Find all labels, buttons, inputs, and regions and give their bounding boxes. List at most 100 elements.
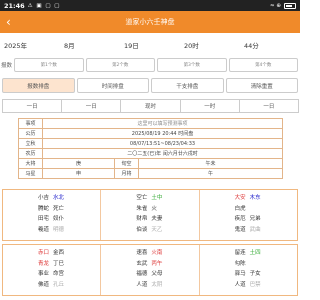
- mode-button-row: 报数排盘 时间排盘 干支排盘 清除重置: [2, 78, 298, 93]
- palace-cell: 小吉: [38, 195, 50, 201]
- palace-cell: 兄弟: [249, 216, 261, 222]
- palace-cell: 白虎: [234, 205, 246, 212]
- ganzhi-chart-button[interactable]: 干支排盘: [151, 78, 224, 93]
- info-table: 事项 这里可以填写预测事项 公历 2025/08/19 20:44 时间盘 立秋…: [18, 118, 283, 179]
- number-input-4[interactable]: 第4个数: [228, 58, 298, 72]
- palace-cell: 田宅: [38, 216, 50, 222]
- palace-cell: 天乙: [151, 226, 163, 233]
- palace-cell: 事业: [38, 271, 50, 277]
- palace-chikou: 赤口 金西 青龙 丁巳 事业 命宫 佛道 孔丘: [3, 245, 102, 295]
- palace-cell: 腾蛇: [38, 205, 50, 212]
- palace-cell: 丙午: [151, 260, 163, 267]
- palace-cell: 驿马: [234, 271, 246, 277]
- palace-cell: 子女: [249, 271, 261, 277]
- palace-cell: 羲道: [38, 226, 50, 233]
- palace-daan: 大安 木东 白虎 疾厄 兄弟 鬼道 武曲: [200, 190, 297, 240]
- palace-cell: 佛道: [38, 281, 50, 288]
- month-general-value: 午: [138, 168, 283, 179]
- reset-button[interactable]: 清除重置: [225, 78, 298, 93]
- number-input-row: 报数 第1个数 第2个数 第3个数 第4个数: [0, 56, 300, 74]
- page-title: 道家小六壬神盘: [125, 18, 175, 26]
- palace-cell: 太阴: [151, 281, 163, 288]
- palace-cell: 丁巳: [53, 260, 65, 267]
- minus-day-button-3[interactable]: 一日: [238, 99, 300, 113]
- palace-cell: 金西: [53, 250, 65, 256]
- now-button[interactable]: 现时: [120, 99, 181, 113]
- palace-kongwang: 空亡 土中 朱雀火 财帛 夫妻 伯谈 天乙: [101, 190, 200, 240]
- solar-term-label: 立秋: [18, 138, 43, 149]
- general-value: 庚: [42, 158, 115, 169]
- palace-cell: 奴仆: [53, 216, 65, 222]
- time-chart-button[interactable]: 时间排盘: [76, 78, 149, 93]
- palace-cell: 水北: [53, 195, 65, 201]
- solar-term-value: 08/07/13:51~08/23/04:33: [42, 138, 283, 149]
- palace-cell: 勾陈: [234, 260, 246, 267]
- minute-selector[interactable]: 44分: [240, 40, 300, 50]
- year-selector[interactable]: 2025年: [0, 40, 60, 50]
- number-chart-button[interactable]: 报数排盘: [2, 78, 75, 93]
- title-bar: ‹ 道家小六壬神盘: [0, 11, 300, 33]
- palace-grid-top: 小吉 水北 腾蛇 死亡 田宅 奴仆 羲道 明德 空亡 土中 朱雀火 财帛 夫妻 伯谈 天乙 大…: [2, 189, 298, 241]
- month-general-label: 月将: [114, 168, 139, 179]
- palace-suxi: 速喜 火南 玄武 丙午 福德 父母 人道 太阴: [101, 245, 200, 295]
- day-selector[interactable]: 19日: [120, 40, 180, 50]
- palace-cell: 鬼道: [234, 226, 246, 233]
- palace-cell: 大安: [234, 195, 246, 201]
- status-bar: 21:46 ⚠ ▣ ▢ ▢ ≈ ⊕: [0, 0, 300, 11]
- month-selector[interactable]: 8月: [60, 40, 120, 50]
- palace-cell: 人道: [234, 281, 246, 288]
- status-time: 21:46: [4, 1, 25, 10]
- back-arrow-icon[interactable]: ‹: [6, 14, 11, 30]
- palace-cell: 父母: [151, 271, 163, 277]
- battery-icon: [284, 2, 296, 9]
- general-label: 大将: [18, 158, 43, 169]
- event-label: 事项: [18, 118, 43, 129]
- gregorian-label: 公历: [18, 128, 43, 139]
- date-selector-row: 2025年 8月 19日 20时 44分: [0, 38, 300, 52]
- palace-cell: 武曲: [249, 226, 261, 233]
- palace-cell: 土四: [249, 250, 261, 256]
- palace-cell: 火: [151, 205, 157, 212]
- palace-cell: 速喜: [136, 250, 148, 256]
- lunar-label: 农历: [18, 148, 43, 159]
- palace-cell: 财帛: [136, 216, 148, 222]
- palace-cell: 朱雀: [136, 205, 148, 212]
- palace-cell: 福德: [136, 271, 148, 277]
- palace-cell: 伯谈: [136, 226, 148, 233]
- hour-selector[interactable]: 20时: [180, 40, 240, 50]
- number-input-2[interactable]: 第2个数: [85, 58, 155, 72]
- void-label: 旬空: [114, 158, 139, 169]
- lunar-value: 二〇二五(已)年 闰六月廿六戌时: [42, 148, 283, 159]
- minus-hour-button[interactable]: 一时: [179, 99, 240, 113]
- palace-cell: 夫妻: [151, 216, 163, 222]
- minus-day-button[interactable]: 一日: [2, 99, 63, 113]
- palace-cell: 人道: [136, 281, 148, 288]
- notification-icons: ⚠ ▣ ▢ ▢: [27, 2, 61, 9]
- event-input[interactable]: 这里可以填写预测事项: [42, 118, 283, 129]
- void-value: 午未: [138, 158, 283, 169]
- palace-cell: 赤口: [38, 250, 50, 256]
- horse-star-label: 马星: [18, 168, 43, 179]
- palace-cell: 明德: [53, 226, 65, 233]
- number-input-3[interactable]: 第3个数: [157, 58, 227, 72]
- palace-cell: 疾厄: [234, 216, 246, 222]
- time-shift-row: 一日 一日 现时 一时 一日: [2, 99, 300, 113]
- palace-cell: 木东: [249, 195, 261, 201]
- palace-cell: 死亡: [53, 205, 65, 212]
- minus-day-button-2[interactable]: 一日: [61, 99, 122, 113]
- palace-cell: 孔丘: [53, 281, 65, 288]
- palace-liulian: 留连 土四 勾陈 驿马 子女 人道 巴禁: [200, 245, 297, 295]
- palace-cell: 土中: [151, 195, 163, 201]
- palace-cell: 命宫: [53, 271, 65, 277]
- palace-cell: 青龙: [38, 260, 50, 267]
- palace-cell: 玄武: [136, 260, 148, 267]
- palace-cell: 火南: [151, 250, 163, 256]
- palace-cell: 留连: [234, 250, 246, 256]
- palace-cell: 巴禁: [249, 281, 261, 288]
- network-icon: ≈ ⊕: [270, 2, 281, 9]
- gregorian-value: 2025/08/19 20:44 时间盘: [42, 128, 283, 139]
- palace-cell: 空亡: [136, 195, 148, 201]
- number-label: 报数: [1, 63, 13, 69]
- palace-xiaoji: 小吉 水北 腾蛇 死亡 田宅 奴仆 羲道 明德: [3, 190, 102, 240]
- number-input-1[interactable]: 第1个数: [14, 58, 84, 72]
